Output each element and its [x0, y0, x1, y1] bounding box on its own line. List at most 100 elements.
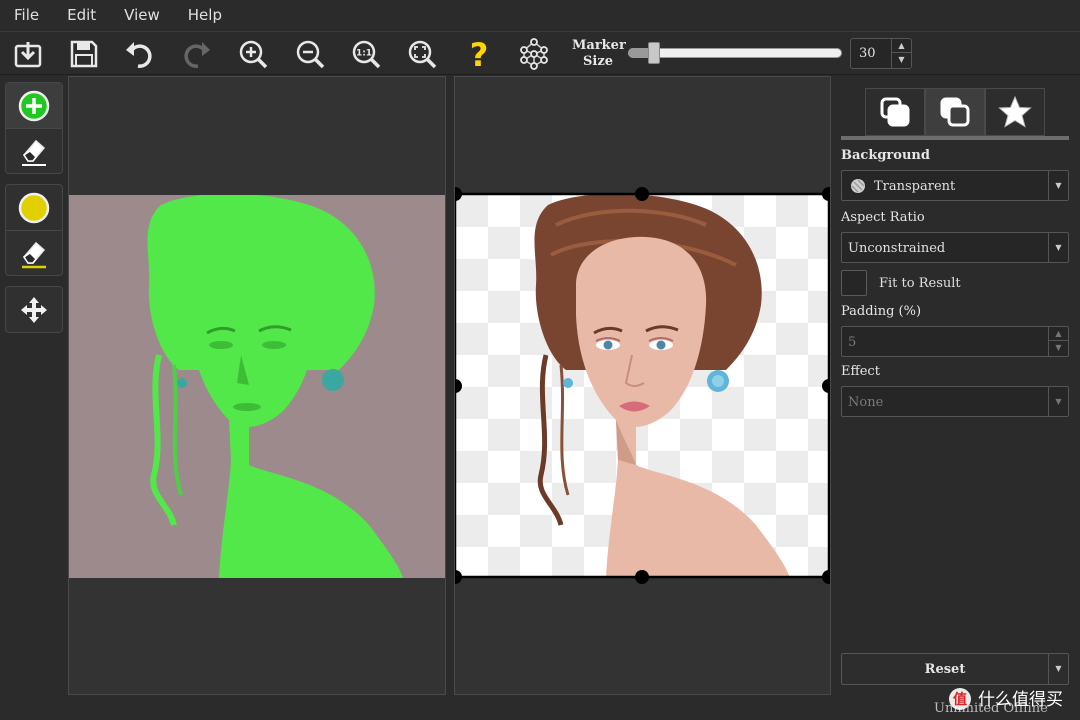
crop-handle-top-left[interactable]: [454, 187, 462, 201]
star-icon: [998, 95, 1032, 128]
marker-size-slider-thumb[interactable]: [648, 42, 660, 64]
spin-down-icon[interactable]: ▼: [892, 53, 911, 67]
help-text: ?: [470, 38, 489, 70]
marker-size-value: 30: [859, 46, 876, 61]
move-icon: [21, 296, 47, 323]
zoom-out-icon: [296, 40, 325, 69]
effect-value: None: [848, 395, 884, 410]
crop-handle-right[interactable]: [822, 379, 831, 393]
zoom-fit-icon: [408, 40, 437, 69]
copy-icon: [880, 97, 910, 127]
open-icon: [14, 42, 42, 68]
undo-button[interactable]: [122, 36, 158, 72]
menu-file[interactable]: File: [0, 0, 53, 30]
help-icon: ?: [470, 38, 489, 70]
zoom-actual-button[interactable]: 1:1: [348, 36, 384, 72]
reset-button[interactable]: Reset ▼: [841, 653, 1069, 685]
aspect-ratio-select[interactable]: Unconstrained ▼: [841, 232, 1069, 263]
marker-size-spinbox[interactable]: 30 ▲ ▼: [850, 38, 912, 69]
marker-size-slider[interactable]: [628, 48, 842, 58]
watermark-logo: 值 什么值得买: [949, 688, 1063, 710]
hair-eraser-button[interactable]: [6, 230, 62, 275]
foreground-tool-group: [5, 82, 63, 174]
foreground-marker-icon: [18, 90, 50, 121]
aspect-ratio-value: Unconstrained: [848, 241, 946, 256]
chevron-down-icon: ▼: [1048, 233, 1068, 262]
hair-tool-group: [5, 184, 63, 276]
move-tool-group: [5, 286, 63, 333]
hair-marker-icon: [18, 192, 50, 223]
background-select[interactable]: Transparent ▼: [841, 170, 1069, 201]
marker-size-label: Marker Size: [572, 38, 626, 70]
zoom-actual-text: 1:1: [356, 49, 372, 59]
left-toolbar: [0, 76, 68, 720]
spin-up-icon[interactable]: ▲: [892, 39, 911, 53]
foreground-eraser-icon: [22, 139, 46, 166]
crop-handle-bottom-left[interactable]: [454, 570, 462, 584]
network-icon: [520, 38, 548, 70]
padding-label: Padding (%): [841, 304, 922, 319]
padding-value: 5: [848, 335, 857, 350]
hair-eraser-icon: [22, 241, 46, 269]
chevron-down-icon: ▼: [1048, 387, 1068, 416]
menu-view[interactable]: View: [110, 0, 174, 30]
marker-size-label-line1: Marker: [572, 38, 626, 53]
crop-handle-top-right[interactable]: [822, 187, 831, 201]
crop-handle-bottom-right[interactable]: [822, 570, 831, 584]
transparent-swatch-icon: [851, 179, 865, 193]
crop-frame: [454, 187, 831, 584]
crop-handle-left[interactable]: [454, 379, 462, 393]
foreground-eraser-button[interactable]: [6, 128, 62, 173]
layers-icon: [940, 97, 970, 127]
marker-size-label-line2: Size: [583, 54, 613, 69]
move-button[interactable]: [6, 287, 62, 332]
reset-label: Reset: [924, 662, 966, 677]
network-button[interactable]: [516, 36, 552, 72]
help-button[interactable]: ?: [461, 36, 497, 72]
watermark-text: 什么值得买: [978, 690, 1063, 710]
input-canvas[interactable]: [68, 76, 446, 695]
panel-tabs: [865, 88, 1046, 136]
spin-down-icon[interactable]: ▼: [1049, 341, 1068, 355]
redo-icon: [184, 42, 210, 68]
input-photo-image: [69, 195, 445, 578]
chevron-down-icon: ▼: [1048, 171, 1068, 200]
zoom-in-icon: [239, 40, 268, 69]
result-canvas[interactable]: [454, 76, 831, 695]
tab-underline: [841, 136, 1069, 140]
tab-copy[interactable]: [865, 88, 925, 136]
toolbar: 1:1 ? Marker Size 30 ▲ ▼: [0, 31, 1080, 75]
save-button[interactable]: [66, 36, 102, 72]
menu-help[interactable]: Help: [174, 0, 236, 30]
input-photo: [69, 195, 445, 578]
tab-layers[interactable]: [925, 88, 985, 136]
padding-spin-arrows: ▲ ▼: [1048, 327, 1068, 356]
effect-select[interactable]: None ▼: [841, 386, 1069, 417]
fit-to-result-checkbox[interactable]: [841, 270, 867, 296]
menu-bar: File Edit View Help: [0, 0, 1080, 30]
foreground-marker-button[interactable]: [6, 83, 62, 128]
effect-label: Effect: [841, 364, 880, 379]
crop-handle-top[interactable]: [635, 187, 649, 201]
crop-handle-bottom[interactable]: [635, 570, 649, 584]
spin-up-icon[interactable]: ▲: [1049, 327, 1068, 341]
hair-marker-button[interactable]: [6, 185, 62, 230]
save-icon: [70, 40, 98, 68]
settings-panel: Background Transparent ▼ Aspect Ratio Un…: [832, 76, 1080, 720]
marker-size-spin-arrows: ▲ ▼: [891, 39, 911, 68]
chevron-down-icon[interactable]: ▼: [1048, 654, 1068, 684]
open-button[interactable]: [10, 36, 46, 72]
menu-edit[interactable]: Edit: [53, 0, 110, 30]
background-label: Background: [841, 148, 930, 163]
fit-to-result-label: Fit to Result: [879, 276, 961, 291]
tab-effects[interactable]: [985, 88, 1045, 136]
zoom-out-button[interactable]: [292, 36, 328, 72]
svg-text:值: 值: [953, 691, 967, 708]
padding-spinbox[interactable]: 5 ▲ ▼: [841, 326, 1069, 357]
undo-icon: [126, 42, 152, 68]
background-value: Transparent: [874, 179, 956, 194]
zoom-fit-button[interactable]: [404, 36, 440, 72]
zoom-in-button[interactable]: [235, 36, 271, 72]
redo-button[interactable]: [178, 36, 214, 72]
zoom-actual-icon: 1:1: [352, 40, 381, 69]
